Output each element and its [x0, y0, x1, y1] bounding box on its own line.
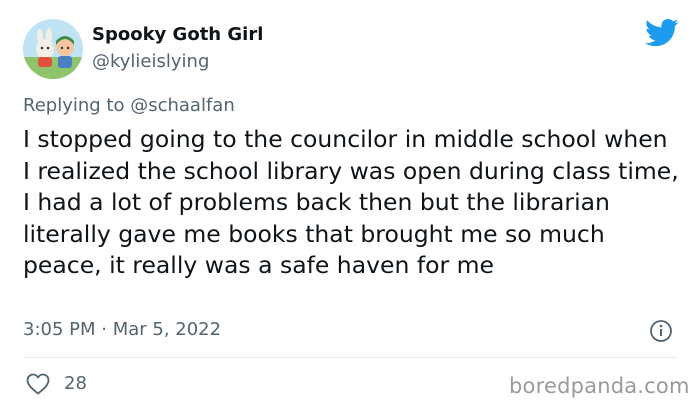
- tweet-timestamp[interactable]: 3:05 PM · Mar 5, 2022: [23, 319, 221, 340]
- tweet-text: I stopped going to the councilor in midd…: [23, 125, 679, 279]
- like-count: 28: [64, 373, 87, 394]
- author-display-name[interactable]: Spooky Goth Girl: [92, 24, 263, 45]
- divider: [23, 357, 677, 358]
- avatar[interactable]: [23, 19, 83, 79]
- heart-icon[interactable]: [26, 373, 50, 395]
- reply-context: Replying to @schaalfan: [23, 95, 235, 116]
- reply-mention-link[interactable]: @schaalfan: [130, 95, 235, 116]
- avatar-image: [23, 19, 83, 79]
- watermark: boredpanda.com: [509, 374, 690, 398]
- author-handle[interactable]: @kylieislying: [92, 51, 209, 72]
- twitter-bird-icon[interactable]: [645, 18, 679, 48]
- info-icon[interactable]: [649, 319, 673, 343]
- reply-prefix: Replying to: [23, 95, 125, 116]
